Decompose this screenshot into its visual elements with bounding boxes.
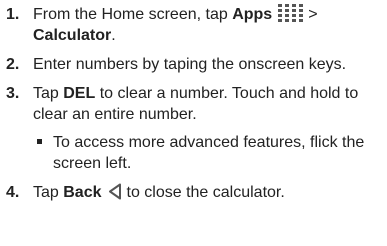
instruction-list: 1. From the Home screen, tap Apps > Calcu… bbox=[0, 0, 387, 246]
step-text-end: to close the calculator. bbox=[126, 184, 285, 201]
step-number: 1. bbox=[6, 6, 20, 23]
step-2: 2. Enter numbers by taping the onscreen … bbox=[6, 54, 381, 75]
step-text: Tap bbox=[33, 184, 64, 201]
back-triangle-icon bbox=[108, 183, 122, 200]
step-3: 3. Tap DEL to clear a number. Touch and … bbox=[6, 83, 381, 125]
step-text: From the Home screen, tap bbox=[33, 6, 233, 23]
step-text-end: . bbox=[111, 27, 116, 44]
apps-grid-icon bbox=[278, 4, 304, 22]
del-label: DEL bbox=[63, 85, 96, 102]
step-text: Enter numbers by taping the onscreen key… bbox=[33, 56, 347, 73]
bullet-marker bbox=[37, 139, 42, 144]
apps-label: Apps bbox=[232, 6, 273, 23]
step-1: 1. From the Home screen, tap Apps > Calcu… bbox=[6, 4, 381, 46]
step-number: 2. bbox=[6, 56, 20, 73]
step-number: 3. bbox=[6, 85, 20, 102]
step-text: Tap bbox=[33, 85, 64, 102]
step-3-bullet: To access more advanced features, flick … bbox=[6, 132, 381, 174]
menu-separator: > bbox=[308, 6, 318, 23]
step-number: 4. bbox=[6, 184, 20, 201]
bullet-text: To access more advanced features, flick … bbox=[53, 134, 365, 172]
step-4: 4. Tap Back to close the calculator. bbox=[6, 182, 381, 203]
back-label: Back bbox=[63, 184, 102, 201]
calculator-label: Calculator bbox=[33, 27, 112, 44]
